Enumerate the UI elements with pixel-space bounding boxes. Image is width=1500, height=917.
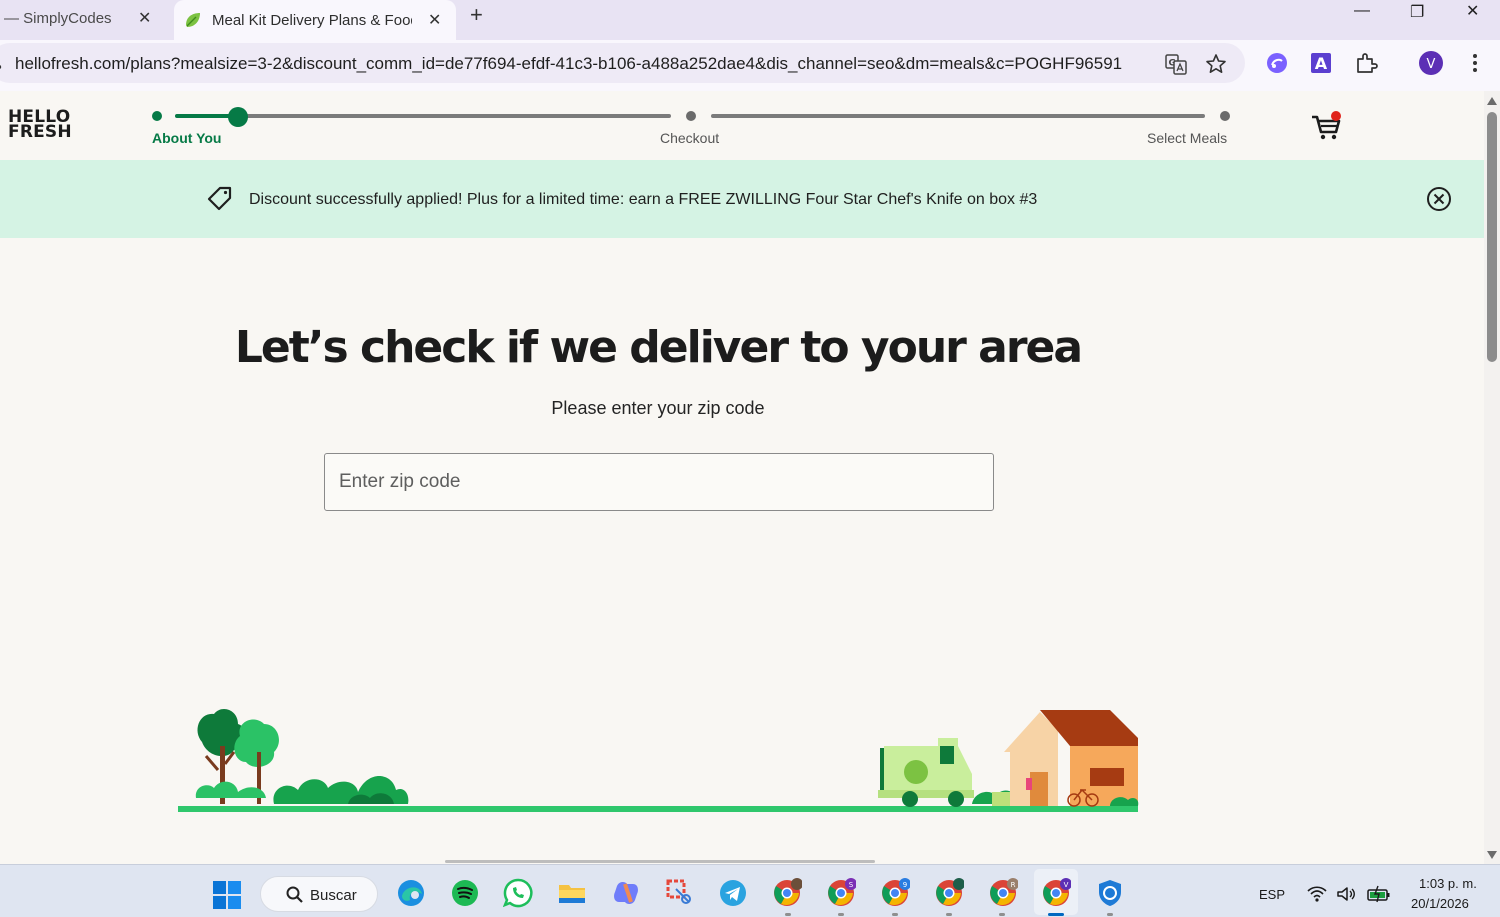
- minimize-button[interactable]: —: [1354, 2, 1370, 22]
- clock-time[interactable]: 1:03 p. m.: [1419, 876, 1477, 891]
- scroll-down-arrow-icon[interactable]: [1487, 851, 1497, 859]
- price-tag-icon: [207, 186, 232, 211]
- cart-icon[interactable]: [1310, 111, 1344, 141]
- copilot-extension-icon[interactable]: [1265, 51, 1289, 75]
- omnibox[interactable]: hellofresh.com/plans?mealsize=3-2&discou…: [0, 43, 1245, 83]
- search-label: Buscar: [310, 887, 357, 904]
- wifi-icon[interactable]: [1307, 885, 1327, 903]
- chrome-profile-s-icon[interactable]: S: [826, 878, 856, 908]
- logo-line-2: FRESH: [8, 122, 72, 142]
- extension-letter: A: [1315, 54, 1328, 73]
- menu-kebab-icon[interactable]: [1463, 51, 1487, 75]
- hellofresh-logo[interactable]: HELLO FRESH: [8, 109, 72, 142]
- badge-s: S: [849, 881, 854, 889]
- copilot-app-icon[interactable]: [611, 878, 641, 908]
- horizontal-scroll-indicator: [445, 860, 875, 863]
- bookmark-star-icon[interactable]: [1205, 53, 1227, 75]
- chrome-profile-icon[interactable]: [934, 878, 964, 908]
- input-language[interactable]: ESP: [1259, 887, 1285, 902]
- running-indicator: [946, 913, 952, 916]
- clock-date[interactable]: 20/1/2026: [1411, 896, 1469, 911]
- cart-badge: [1331, 111, 1341, 121]
- badge-r: R: [1011, 881, 1016, 889]
- window-close-button[interactable]: ✕: [1466, 1, 1479, 21]
- site-info-icon[interactable]: [0, 56, 2, 70]
- hellofresh-favicon-icon: [186, 13, 200, 27]
- discount-banner: Discount successfully applied! Plus for …: [0, 160, 1484, 238]
- spotify-icon[interactable]: [450, 878, 480, 908]
- translate-icon[interactable]: G: [1165, 53, 1187, 75]
- badge-v: V: [1064, 881, 1069, 889]
- new-tab-button[interactable]: +: [470, 2, 483, 28]
- running-indicator-active: [1048, 913, 1064, 916]
- chrome-profile-v-icon[interactable]: V: [1041, 878, 1071, 908]
- snipping-tool-icon[interactable]: [665, 878, 695, 908]
- discount-message: Discount successfully applied! Plus for …: [249, 191, 1038, 208]
- progress-track-2: [711, 114, 1205, 118]
- running-indicator: [999, 913, 1005, 916]
- progress-knob: [228, 107, 248, 127]
- start-icon[interactable]: [212, 880, 242, 910]
- progress-track-filled: [175, 114, 235, 118]
- running-indicator: [838, 913, 844, 916]
- delivery-illustration: [178, 709, 1139, 812]
- profile-avatar-icon[interactable]: V: [1419, 51, 1443, 75]
- font-extension-icon[interactable]: A: [1309, 51, 1333, 75]
- scroll-up-arrow-icon[interactable]: [1487, 97, 1497, 105]
- url-text[interactable]: hellofresh.com/plans?mealsize=3-2&discou…: [15, 54, 1122, 74]
- page-title: Let’s check if we deliver to your area: [234, 322, 1083, 373]
- page-subtitle: Please enter your zip code: [551, 398, 765, 418]
- step-dot-about-you: [152, 111, 162, 121]
- badge-9: 9: [903, 881, 907, 889]
- close-banner-icon[interactable]: [1426, 186, 1452, 212]
- restore-button[interactable]: ❐: [1410, 2, 1424, 22]
- running-indicator: [1107, 913, 1113, 916]
- search-icon: [286, 886, 303, 903]
- chrome-profile-9-icon[interactable]: 9: [880, 878, 910, 908]
- progress-track-1: [235, 114, 671, 118]
- running-indicator: [785, 913, 791, 916]
- edge-icon[interactable]: [396, 878, 426, 908]
- step-label-select-meals: Select Meals: [1147, 130, 1228, 146]
- step-label-checkout: Checkout: [660, 130, 720, 146]
- defender-icon[interactable]: [1095, 878, 1125, 908]
- scrollbar-thumb[interactable]: [1487, 112, 1497, 362]
- tab-strip: — SimplyCodes ✕ Meal Kit Delivery Plans …: [0, 0, 1500, 40]
- step-dot-checkout: [686, 111, 696, 121]
- tab-title: — SimplyCodes: [4, 9, 112, 27]
- file-explorer-icon[interactable]: [557, 878, 587, 908]
- chrome-profile-r-icon[interactable]: R: [988, 878, 1018, 908]
- zip-code-input[interactable]: [324, 453, 994, 511]
- tab-title: Meal Kit Delivery Plans & Food: [212, 11, 412, 29]
- battery-charging-icon[interactable]: [1367, 885, 1391, 903]
- tab-close-icon[interactable]: ✕: [138, 8, 151, 28]
- step-dot-select-meals: [1220, 111, 1230, 121]
- extensions-puzzle-icon[interactable]: [1354, 51, 1378, 75]
- chrome-profile-icon[interactable]: [772, 878, 802, 908]
- profile-initial: V: [1427, 57, 1436, 72]
- taskbar: Buscar S 9 R V ESP 1:03 p. m. 20/1/2026: [0, 864, 1500, 917]
- tab-simplycodes[interactable]: — SimplyCodes ✕: [0, 0, 170, 36]
- step-label-about-you: About You: [152, 130, 222, 146]
- taskbar-search[interactable]: Buscar: [260, 876, 378, 912]
- whatsapp-icon[interactable]: [503, 878, 533, 908]
- running-indicator: [892, 913, 898, 916]
- volume-icon[interactable]: [1336, 885, 1356, 903]
- telegram-icon[interactable]: [718, 878, 748, 908]
- tab-close-icon[interactable]: ✕: [428, 10, 441, 30]
- site-header: HELLO FRESH About You Checkout Select Me…: [0, 91, 1484, 160]
- tab-hellofresh[interactable]: Meal Kit Delivery Plans & Food ✕: [174, 0, 456, 40]
